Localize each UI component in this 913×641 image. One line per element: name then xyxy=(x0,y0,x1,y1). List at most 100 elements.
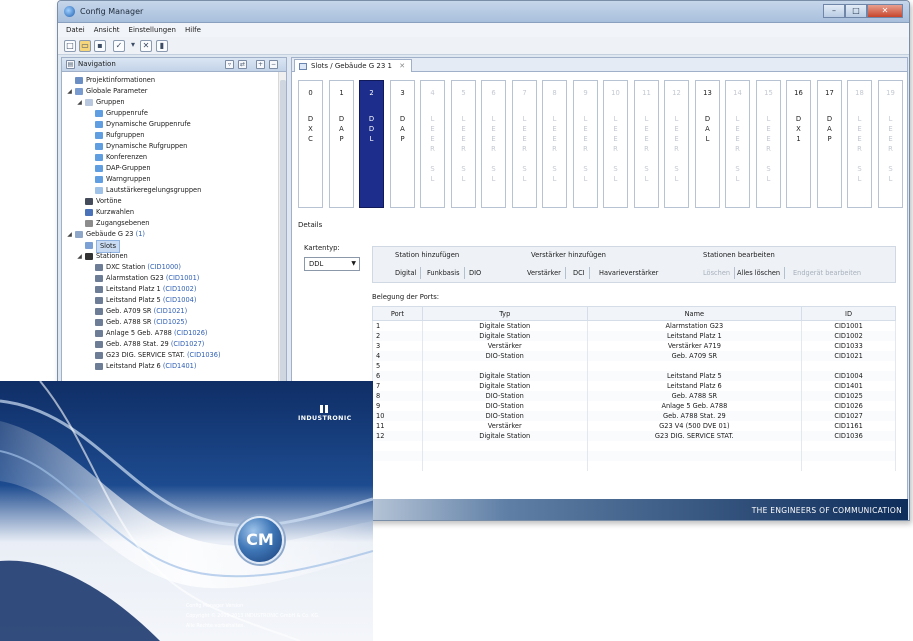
chevron-down-icon[interactable]: ▾ xyxy=(127,40,139,52)
col-name[interactable]: Name xyxy=(586,306,803,321)
expand-twisty-icon[interactable]: ◢ xyxy=(66,86,73,97)
close-button[interactable]: ✕ xyxy=(867,4,903,18)
slot-1[interactable]: 1 DAP xyxy=(329,80,354,208)
slot-8[interactable]: 8LEERSL xyxy=(542,80,567,208)
tree-item[interactable]: Rufgruppen xyxy=(62,130,286,141)
menu-datei[interactable]: Datei xyxy=(66,23,85,37)
table-row[interactable]: 1 Digitale Station Alarmstation G23 CID1001 xyxy=(372,320,896,331)
slot-13[interactable]: 13 D A L xyxy=(695,80,720,208)
expand-twisty-icon[interactable]: ◢ xyxy=(66,229,73,240)
menu-einstellungen[interactable]: Einstellungen xyxy=(129,23,176,37)
table-row[interactable]: 6 Digitale Station Leitstand Platz 5 CID100… xyxy=(372,371,896,381)
funkbasis-button[interactable]: Funkbasis xyxy=(423,267,465,279)
tree-item[interactable]: ◢ Gruppen xyxy=(62,97,286,108)
maximize-button[interactable]: □ xyxy=(845,4,867,18)
tree-item[interactable]: Dynamische Gruppenrufe xyxy=(62,119,286,130)
new-file-icon[interactable]: □ xyxy=(64,40,76,52)
slot-14[interactable]: 14 L E E R S L xyxy=(725,80,750,208)
filter-icon[interactable]: ▿ xyxy=(225,60,234,69)
table-row[interactable]: 9 DIO-Station Anlage 5 Geb. A788 CID1026 xyxy=(372,401,896,411)
slot-5[interactable]: 5LEERSL xyxy=(451,80,476,208)
alles-loeschen-button[interactable]: Alles löschen xyxy=(733,267,786,279)
tools-icon[interactable]: ✕ xyxy=(140,40,152,52)
tree-item[interactable]: Geb. A788 SR (CID1025) xyxy=(62,317,286,328)
tab-close-icon[interactable]: ✕ xyxy=(399,62,405,70)
tree-item[interactable]: Alarmstation G23 (CID1001) xyxy=(62,273,286,284)
table-row[interactable]: 7 Digitale Station Leitstand Platz 6 CID140… xyxy=(372,381,896,391)
slot-2[interactable]: 2DDL xyxy=(359,80,384,208)
table-row[interactable]: 4 DIO-Station Geb. A709 SR CID1021 xyxy=(372,351,896,361)
tree-item[interactable]: Kurzwahlen xyxy=(62,207,286,218)
col-typ[interactable]: Typ xyxy=(421,306,588,321)
slot-17[interactable]: 17 D A P xyxy=(817,80,842,208)
tree-item[interactable]: Zugangsebenen xyxy=(62,218,286,229)
tree-item[interactable]: ◢ Gebäude G 23 (1) xyxy=(62,229,286,240)
save-icon[interactable]: ▪ xyxy=(94,40,106,52)
table-row[interactable]: 8 DIO-Station Geb. A788 SR CID1025 xyxy=(372,391,896,401)
tree-item[interactable]: Vortöne xyxy=(62,196,286,207)
table-row[interactable]: 10 DIO-Station Geb. A788 Stat. 29 CID1027 xyxy=(372,411,896,421)
tree-item[interactable]: Dynamische Rufgruppen xyxy=(62,141,286,152)
tree-item[interactable]: Geb. A709 SR (CID1021) xyxy=(62,306,286,317)
slot-12[interactable]: 12 L E E R S L xyxy=(664,80,689,208)
slot-16[interactable]: 16 D X 1 xyxy=(786,80,811,208)
tree-item[interactable]: Leitstand Platz 1 (CID1002) xyxy=(62,284,286,295)
tree-item[interactable]: DAP-Gruppen xyxy=(62,163,286,174)
menu-hilfe[interactable]: Hilfe xyxy=(185,23,201,37)
slot-18[interactable]: 18 L E E R S L xyxy=(847,80,872,208)
minimize-button[interactable]: – xyxy=(823,4,845,18)
typ-cell: Digitale Station xyxy=(421,381,588,391)
tree-item[interactable]: Projektinformationen xyxy=(62,75,286,86)
slot-letter: R xyxy=(857,145,862,153)
table-row[interactable]: 2 Digitale Station Leitstand Platz 1 CID100… xyxy=(372,331,896,341)
book-icon[interactable]: ▮ xyxy=(156,40,168,52)
tab-slots-gebaeude[interactable]: Slots / Gebäude G 23 1 ✕ xyxy=(294,59,413,72)
dci-button[interactable]: DCI xyxy=(569,267,590,279)
havarieverstaerker-button[interactable]: Havarieverstärker xyxy=(595,267,662,279)
tree-item[interactable]: Leitstand Platz 5 (CID1004) xyxy=(62,295,286,306)
tree-item[interactable]: Leitstand Platz 6 (CID1401) xyxy=(62,361,286,372)
tree-item[interactable]: DXC Station (CID1000) xyxy=(62,262,286,273)
kartentyp-select[interactable]: DDL ▼ xyxy=(304,257,360,271)
col-port[interactable]: Port xyxy=(372,306,423,321)
endgeraet-bearbeiten-button[interactable]: Endgerät bearbeiten xyxy=(789,267,865,279)
table-row[interactable]: 5 xyxy=(372,361,896,371)
digital-button[interactable]: Digital xyxy=(391,267,422,279)
tree-item[interactable]: Slots xyxy=(62,240,286,253)
loeschen-button[interactable]: Löschen xyxy=(699,267,736,279)
table-row[interactable]: 11 Verstärker G23 V4 (500 DVE 01) CID1161 xyxy=(372,421,896,431)
tree-item[interactable]: Lautstärkeregelungsgruppen xyxy=(62,185,286,196)
expand-twisty-icon[interactable]: ◢ xyxy=(76,251,83,262)
slot-19[interactable]: 19 L E E R S L xyxy=(878,80,903,208)
verstaerker-button[interactable]: Verstärker xyxy=(523,267,566,279)
slot-15[interactable]: 15 L E E R S L xyxy=(756,80,781,208)
tree-item[interactable]: ◢ Globale Parameter xyxy=(62,86,286,97)
expand-twisty-icon[interactable]: ◢ xyxy=(76,97,83,108)
slot-6[interactable]: 6LEERSL xyxy=(481,80,506,208)
table-row[interactable]: 12 Digitale Station G23 DIG. SERVICE STAT.… xyxy=(372,431,896,441)
tree-item[interactable]: Geb. A788 Stat. 29 (CID1027) xyxy=(62,339,286,350)
slot-9[interactable]: 9LEERSL xyxy=(573,80,598,208)
slot-number: 3 xyxy=(400,89,405,97)
slot-0[interactable]: 0 DXC xyxy=(298,80,323,208)
tree-item[interactable]: ◢ Stationen xyxy=(62,251,286,262)
table-row[interactable]: 3 Verstärker Verstärker A719 CID1033 xyxy=(372,341,896,351)
slot-7[interactable]: 7LEERSL xyxy=(512,80,537,208)
check-icon[interactable]: ✓ xyxy=(113,40,125,52)
dio-button[interactable]: DIO xyxy=(465,267,485,279)
slot-4[interactable]: 4LEERSL xyxy=(420,80,445,208)
slot-11[interactable]: 11 L E E R S L xyxy=(634,80,659,208)
link-icon[interactable]: ⇄ xyxy=(238,60,247,69)
collapse-all-icon[interactable]: − xyxy=(269,60,278,69)
tree-item[interactable]: G23 DIG. SERVICE STAT. (CID1036) xyxy=(62,350,286,361)
col-id[interactable]: ID xyxy=(801,306,896,321)
slot-3[interactable]: 3 DAP xyxy=(390,80,415,208)
menu-ansicht[interactable]: Ansicht xyxy=(94,23,120,37)
tree-item[interactable]: Anlage 5 Geb. A788 (CID1026) xyxy=(62,328,286,339)
tree-item[interactable]: Gruppenrufe xyxy=(62,108,286,119)
open-folder-icon[interactable]: ▭ xyxy=(79,40,91,52)
slot-10[interactable]: 10 L E E R S L xyxy=(603,80,628,208)
tree-item[interactable]: Warngruppen xyxy=(62,174,286,185)
tree-item[interactable]: Konferenzen xyxy=(62,152,286,163)
expand-all-icon[interactable]: + xyxy=(256,60,265,69)
